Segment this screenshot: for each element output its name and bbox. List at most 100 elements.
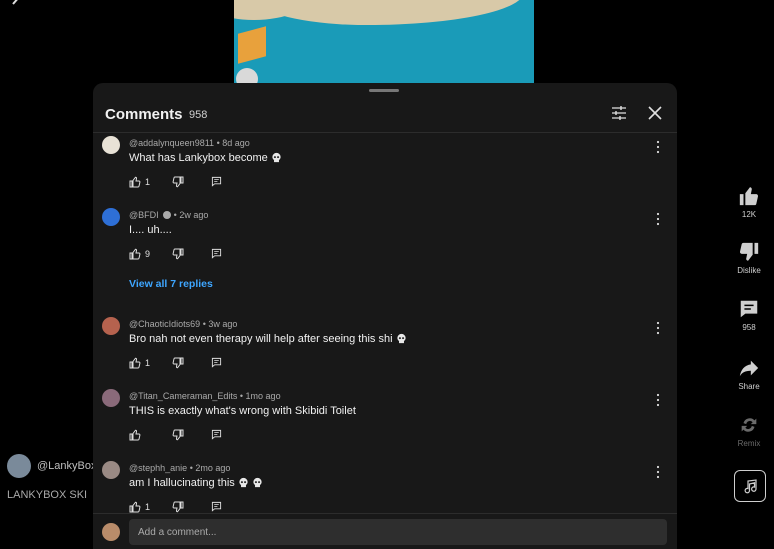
comments-action[interactable]: 958 (724, 298, 774, 332)
skull-emoji-icon (253, 477, 262, 488)
like-action[interactable]: 12K (724, 185, 774, 219)
remix-action[interactable]: Remix (724, 414, 774, 448)
back-arrow-icon[interactable] (8, 0, 28, 14)
comment-meta: @BFDI • 2w ago (129, 210, 208, 220)
comment-body: am I hallucinating this (129, 477, 235, 489)
user-avatar (102, 523, 120, 541)
like-comment-button[interactable]: 1 (129, 501, 150, 513)
reply-icon (211, 429, 222, 440)
comment-body: THIS is exactly what's wrong with Skibid… (129, 405, 356, 417)
share-icon (739, 360, 759, 377)
comment-time: 2mo ago (195, 463, 231, 473)
skull-emoji-icon (396, 333, 406, 344)
video-shape (264, 0, 524, 25)
avatar[interactable] (102, 461, 120, 479)
comment-time: 2w ago (179, 210, 209, 220)
comments-sheet: Comments 958 @addalynqueen9811 • 8d ago … (93, 83, 677, 549)
avatar[interactable] (102, 208, 120, 226)
thumbs-down-icon (739, 242, 759, 261)
dislike-comment-button[interactable] (172, 248, 184, 260)
comment-text: THIS is exactly what's wrong with Skibid… (129, 405, 356, 417)
dislike-action[interactable]: Dislike (724, 241, 774, 275)
more-vert-icon[interactable] (655, 321, 661, 335)
comment-text: What has Lankybox become (129, 152, 282, 164)
meta-separator: • (216, 138, 220, 148)
meta-separator: • (189, 463, 193, 473)
reply-button[interactable] (211, 357, 222, 368)
comment-time: 3w ago (208, 319, 238, 329)
remix-label: Remix (737, 439, 761, 448)
avatar[interactable] (102, 389, 120, 407)
channel-handle[interactable]: @LankyBox (37, 460, 96, 472)
share-action[interactable]: Share (724, 357, 774, 391)
comment-meta: @ChaoticIdiots69 • 3w ago (129, 319, 237, 329)
video-title: LANKYBOX SKI (7, 489, 88, 501)
like-count: 12K (741, 210, 757, 219)
like-comment-button[interactable]: 9 (129, 248, 150, 260)
comment-composer (93, 513, 677, 549)
comments-count: 958 (742, 323, 756, 332)
more-vert-icon[interactable] (655, 465, 661, 479)
dislike-comment-button[interactable] (172, 176, 184, 188)
more-vert-icon[interactable] (655, 212, 661, 226)
dislike-label: Dislike (737, 266, 761, 275)
like-count: 1 (145, 502, 151, 512)
view-replies-link[interactable]: View all 7 replies (129, 278, 213, 290)
comments-header: Comments 958 (93, 83, 677, 133)
reply-button[interactable] (211, 429, 222, 440)
reply-button[interactable] (211, 501, 222, 512)
reply-button[interactable] (211, 176, 222, 187)
close-icon[interactable] (647, 105, 663, 121)
music-note-icon (744, 479, 757, 494)
comment-author[interactable]: @ChaoticIdiots69 (129, 319, 200, 329)
reply-button[interactable] (211, 248, 222, 259)
thumbs-down-icon (172, 248, 184, 260)
channel-info[interactable]: @LankyBox (7, 454, 96, 478)
verified-check-icon (163, 211, 172, 219)
comment-meta: @Titan_Cameraman_Edits • 1mo ago (129, 391, 281, 401)
reply-icon (211, 248, 222, 259)
comment-author[interactable]: @Titan_Cameraman_Edits (129, 391, 237, 401)
comment-body: I.... uh.... (129, 224, 172, 236)
like-comment-button[interactable]: 1 (129, 357, 150, 369)
dislike-comment-button[interactable] (172, 501, 184, 513)
thumbs-up-icon (129, 176, 141, 188)
skull-emoji-icon (272, 152, 281, 163)
comment-body: What has Lankybox become (129, 152, 268, 164)
comment-text: I.... uh.... (129, 224, 172, 236)
skull-emoji-icon (239, 477, 248, 488)
comment-meta: @stephh_anie • 2mo ago (129, 463, 230, 473)
like-count: 1 (145, 358, 151, 368)
thumbs-down-icon (172, 501, 184, 513)
filter-sort-icon[interactable] (611, 106, 627, 120)
remix-icon (741, 418, 757, 432)
comment-author[interactable]: @addalynqueen9811 (129, 138, 214, 148)
avatar[interactable] (102, 317, 120, 335)
comment-author[interactable]: @stephh_anie (129, 463, 187, 473)
add-comment-input[interactable] (129, 519, 667, 545)
like-comment-button[interactable] (129, 429, 145, 441)
thumbs-up-icon (739, 187, 759, 206)
comment-body: Bro nah not even therapy will help after… (129, 333, 393, 345)
reply-icon (211, 501, 222, 512)
thumbs-up-icon (129, 429, 141, 441)
comment-author[interactable]: @BFDI (129, 210, 159, 220)
music-button[interactable] (734, 470, 766, 502)
dislike-comment-button[interactable] (172, 357, 184, 369)
meta-separator: • (173, 210, 177, 220)
video-shape (238, 26, 266, 64)
like-count: 1 (145, 177, 151, 187)
drag-handle[interactable] (369, 89, 399, 92)
more-vert-icon[interactable] (754, 0, 760, 12)
like-comment-button[interactable]: 1 (129, 176, 150, 188)
more-vert-icon[interactable] (655, 140, 661, 154)
channel-avatar[interactable] (7, 454, 31, 478)
thumbs-up-icon (129, 248, 141, 260)
comments-title: Comments (105, 106, 183, 123)
avatar[interactable] (102, 136, 120, 154)
thumbs-down-icon (172, 176, 184, 188)
share-label: Share (738, 382, 760, 391)
more-vert-icon[interactable] (655, 393, 661, 407)
video-thumbnail[interactable] (234, 0, 534, 84)
dislike-comment-button[interactable] (172, 429, 184, 441)
